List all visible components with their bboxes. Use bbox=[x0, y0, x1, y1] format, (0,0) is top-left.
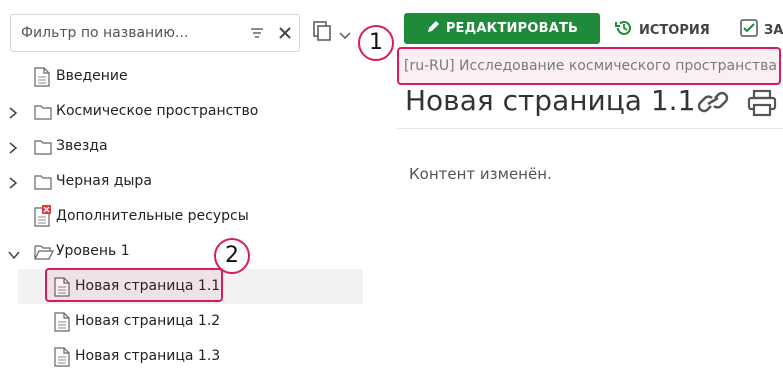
history-icon bbox=[615, 19, 633, 41]
document-icon bbox=[34, 67, 50, 91]
edit-button[interactable]: РЕДАКТИРОВАТЬ bbox=[404, 13, 600, 44]
folder-open-icon bbox=[34, 244, 54, 264]
tree-item[interactable]: Новая страница 1.3 bbox=[0, 339, 363, 374]
tree-item[interactable]: Уровень 1 bbox=[0, 234, 363, 269]
tree-item[interactable]: Черная дыра bbox=[0, 164, 363, 199]
document-icon bbox=[54, 347, 70, 371]
tree-item[interactable]: Новая страница 1.2 bbox=[0, 304, 363, 339]
tree-item-label: Черная дыра bbox=[56, 173, 152, 189]
tree-item-label: Уровень 1 bbox=[56, 243, 130, 259]
page-content: Контент изменён. bbox=[409, 165, 552, 183]
breadcrumb[interactable]: [ru-RU] Исследование космического простр… bbox=[397, 47, 781, 85]
history-button-label: ИСТОРИЯ bbox=[639, 22, 710, 38]
pencil-icon bbox=[426, 20, 440, 38]
link-icon[interactable] bbox=[697, 89, 729, 119]
chevron-right-icon[interactable] bbox=[7, 105, 19, 124]
tree-item-label: Новая страница 1.3 bbox=[75, 348, 221, 364]
save-button[interactable]: ЗА bbox=[740, 19, 783, 41]
tree-item-label: Введение bbox=[56, 68, 128, 84]
history-button[interactable]: ИСТОРИЯ bbox=[615, 19, 710, 41]
document-icon bbox=[54, 312, 70, 336]
tree-item[interactable]: Звезда bbox=[0, 129, 363, 164]
chevron-right-icon[interactable] bbox=[7, 175, 19, 194]
filter-box[interactable] bbox=[10, 14, 300, 52]
content-panel: РЕДАКТИРОВАТЬ ИСТОРИЯ ЗА [ru-RU] Исследо… bbox=[397, 0, 783, 387]
chevron-down-icon[interactable] bbox=[7, 246, 21, 265]
page-title: Новая страница 1.1 bbox=[405, 84, 696, 117]
folder-icon bbox=[34, 139, 52, 159]
filter-input[interactable] bbox=[21, 23, 241, 43]
edit-button-label: РЕДАКТИРОВАТЬ bbox=[445, 21, 579, 36]
tree-item-label: Дополнительные ресурсы bbox=[56, 208, 249, 224]
tree-item[interactable]: Введение bbox=[0, 59, 363, 94]
chevron-right-icon[interactable] bbox=[7, 140, 19, 159]
tree-item-label: Новая страница 1.2 bbox=[75, 313, 221, 329]
callout-badge: 1 bbox=[358, 25, 394, 61]
save-button-label: ЗА bbox=[764, 22, 783, 38]
tree-item-label: Звезда bbox=[56, 138, 108, 154]
tree-item-label: Космическое пространство bbox=[56, 103, 259, 119]
folder-icon bbox=[34, 104, 52, 124]
highlight-box-selected-page bbox=[45, 268, 223, 302]
callout-badge: 2 bbox=[214, 238, 250, 274]
chevron-down-icon[interactable] bbox=[338, 26, 352, 45]
filter-icon[interactable] bbox=[249, 25, 265, 45]
tree-item[interactable]: Космическое пространство bbox=[0, 94, 363, 129]
document-error-icon bbox=[34, 205, 52, 231]
print-icon[interactable] bbox=[747, 89, 777, 121]
close-icon[interactable] bbox=[277, 25, 293, 45]
copy-icon[interactable] bbox=[312, 20, 334, 46]
checkbox-icon bbox=[740, 19, 758, 41]
tree-item[interactable]: Дополнительные ресурсы bbox=[0, 199, 363, 234]
folder-icon bbox=[34, 174, 52, 194]
divider bbox=[397, 128, 783, 129]
